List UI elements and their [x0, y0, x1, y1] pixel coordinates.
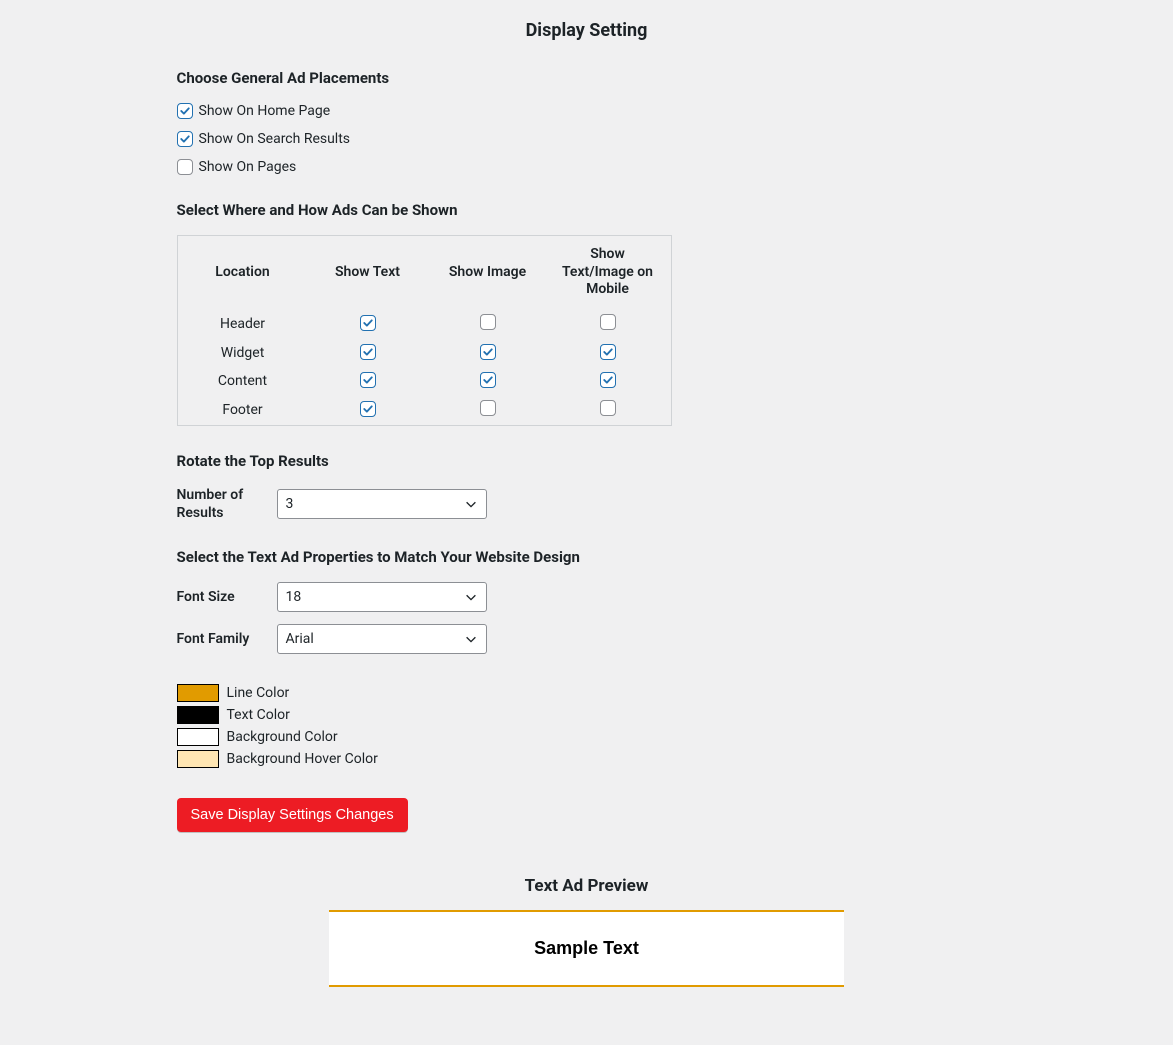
section-rotate-heading: Rotate the Top Results — [177, 452, 997, 470]
show-text-checkbox-3[interactable] — [360, 401, 376, 417]
text-ad-preview: Sample Text — [329, 910, 844, 987]
font-family-select[interactable]: Arial — [277, 624, 487, 654]
col-show-mobile: Show Text/Image on Mobile — [548, 246, 668, 299]
locations-table: Location Show Text Show Image Show Text/… — [177, 235, 672, 426]
checkmark-icon — [602, 346, 614, 358]
number-of-results-value: 3 — [286, 496, 294, 512]
checkmark-icon — [602, 374, 614, 386]
background-hover-color-label: Background Hover Color — [227, 751, 378, 767]
font-family-label: Font Family — [177, 630, 277, 648]
table-row: Header — [178, 309, 671, 339]
checkmark-icon — [362, 346, 374, 358]
section-locations-heading: Select Where and How Ads Can be Shown — [177, 201, 997, 219]
col-show-text: Show Text — [308, 264, 428, 282]
show-image-checkbox-3[interactable] — [480, 400, 496, 416]
checkmark-icon — [179, 105, 191, 117]
placement-label: Show On Home Page — [199, 103, 331, 119]
chevron-down-icon — [464, 632, 478, 646]
placement-item: Show On Home Page — [177, 103, 997, 119]
line-color-swatch[interactable] — [177, 684, 219, 702]
text-color-label: Text Color — [227, 707, 290, 723]
checkmark-icon — [362, 374, 374, 386]
chevron-down-icon — [464, 497, 478, 511]
font-size-value: 18 — [286, 589, 302, 605]
placement-label: Show On Pages — [199, 159, 297, 175]
section-placements-heading: Choose General Ad Placements — [177, 69, 997, 87]
number-of-results-select[interactable]: 3 — [277, 489, 487, 519]
show-mobile-checkbox-3[interactable] — [600, 400, 616, 416]
table-row: Widget — [178, 339, 671, 367]
show-text-checkbox-2[interactable] — [360, 372, 376, 388]
font-family-value: Arial — [286, 631, 314, 647]
location-name: Content — [178, 373, 308, 389]
show-text-checkbox-1[interactable] — [360, 344, 376, 360]
placement-item: Show On Search Results — [177, 131, 997, 147]
show-image-checkbox-0[interactable] — [480, 314, 496, 330]
col-show-image: Show Image — [428, 264, 548, 282]
section-textad-heading: Select the Text Ad Properties to Match Y… — [177, 548, 997, 566]
placement-label: Show On Search Results — [199, 131, 351, 147]
location-name: Footer — [178, 402, 308, 418]
show-image-checkbox-1[interactable] — [480, 344, 496, 360]
location-name: Widget — [178, 345, 308, 361]
checkmark-icon — [482, 374, 494, 386]
page-title: Display Setting — [167, 20, 1007, 41]
checkmark-icon — [362, 403, 374, 415]
table-row: Footer — [178, 395, 671, 425]
placement-item: Show On Pages — [177, 159, 997, 175]
save-button[interactable]: Save Display Settings Changes — [177, 798, 408, 832]
background-hover-color-swatch[interactable] — [177, 750, 219, 768]
background-color-swatch[interactable] — [177, 728, 219, 746]
preview-heading: Text Ad Preview — [167, 876, 1007, 896]
font-size-select[interactable]: 18 — [277, 582, 487, 612]
number-of-results-label: Number of Results — [177, 486, 277, 522]
placement-checkbox-0[interactable] — [177, 103, 193, 119]
checkmark-icon — [179, 133, 191, 145]
table-row: Content — [178, 367, 671, 395]
show-text-checkbox-0[interactable] — [360, 315, 376, 331]
show-image-checkbox-2[interactable] — [480, 372, 496, 388]
checkmark-icon — [362, 317, 374, 329]
placement-checkbox-1[interactable] — [177, 131, 193, 147]
placement-checkbox-2[interactable] — [177, 159, 193, 175]
chevron-down-icon — [464, 590, 478, 604]
location-name: Header — [178, 316, 308, 332]
show-mobile-checkbox-1[interactable] — [600, 344, 616, 360]
col-location: Location — [178, 264, 308, 282]
font-size-label: Font Size — [177, 588, 277, 606]
checkmark-icon — [482, 346, 494, 358]
show-mobile-checkbox-0[interactable] — [600, 314, 616, 330]
line-color-label: Line Color — [227, 685, 290, 701]
show-mobile-checkbox-2[interactable] — [600, 372, 616, 388]
background-color-label: Background Color — [227, 729, 338, 745]
text-color-swatch[interactable] — [177, 706, 219, 724]
